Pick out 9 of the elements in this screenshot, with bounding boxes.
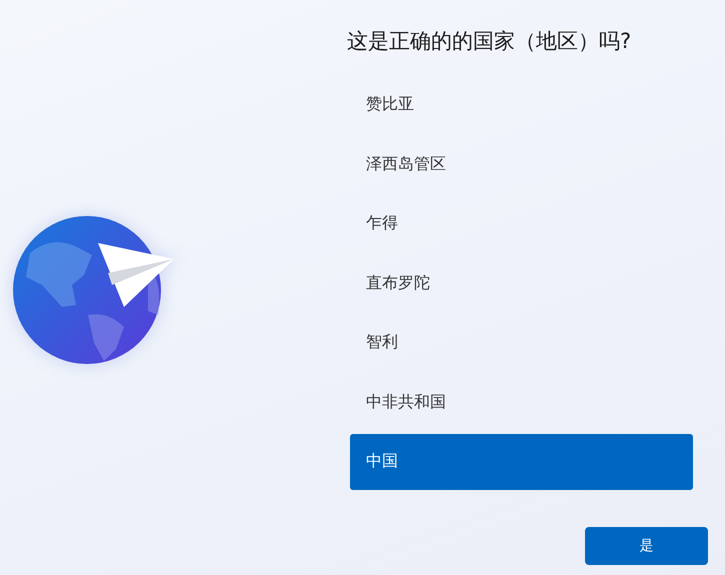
page-title: 这是正确的的国家（地区）吗? — [346, 28, 632, 55]
region-item[interactable]: 泽西岛管区 — [350, 136, 693, 192]
yes-button[interactable]: 是 — [585, 526, 708, 564]
region-item[interactable]: 赞比亚 — [350, 77, 693, 132]
region-item[interactable]: 中非共和国 — [350, 374, 693, 430]
region-item[interactable]: 乍得 — [350, 196, 693, 252]
region-item[interactable]: 直布罗陀 — [350, 256, 693, 311]
region-item[interactable]: 智利 — [350, 315, 693, 370]
region-item[interactable]: 中国 — [350, 434, 693, 490]
